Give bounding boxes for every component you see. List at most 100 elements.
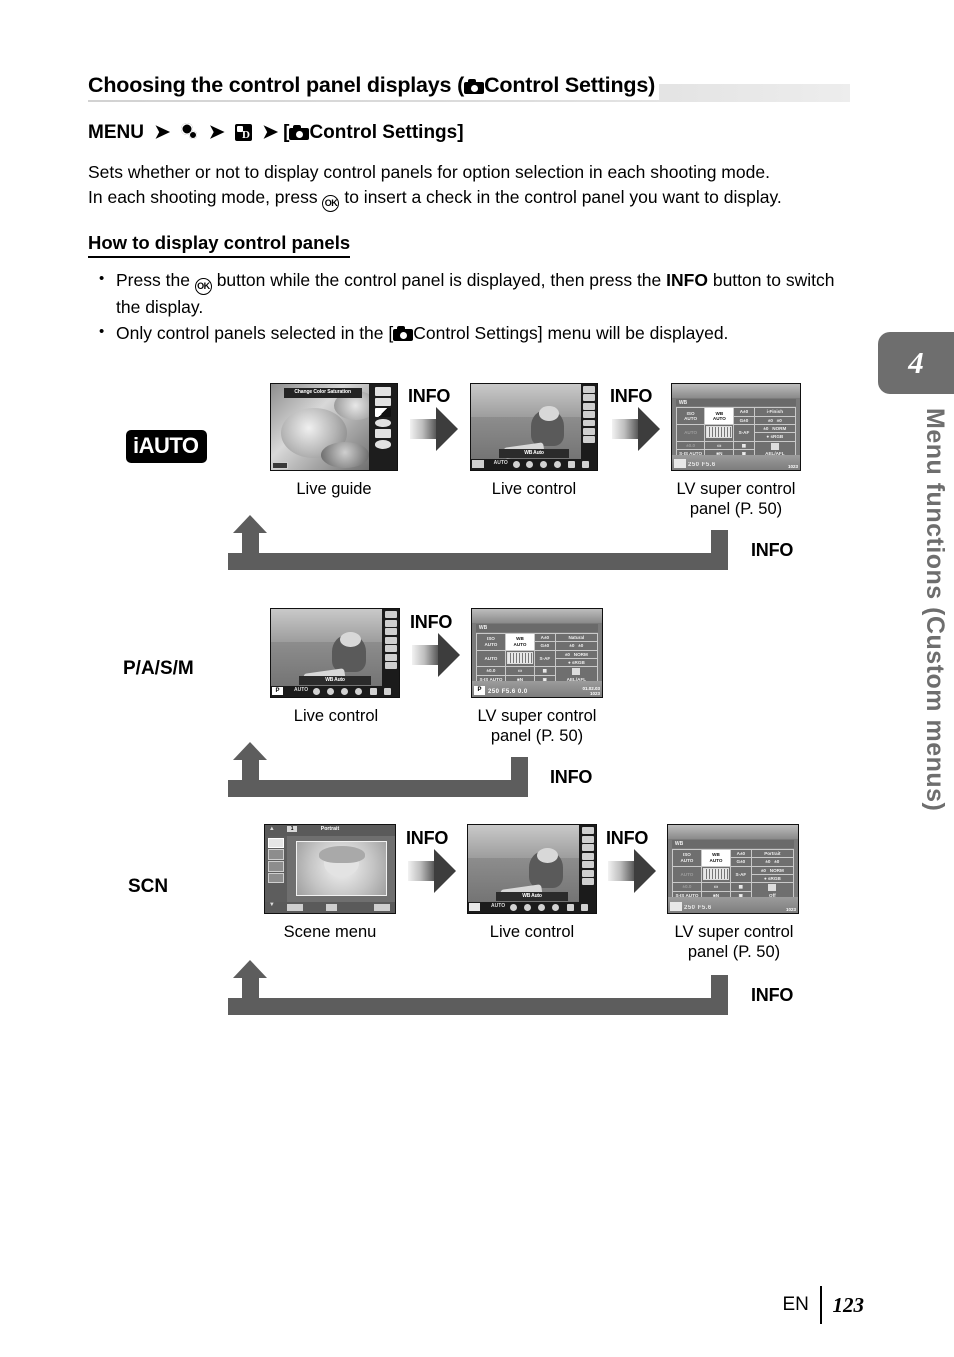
flow-arrow-icon: [410, 407, 458, 451]
screenshot-live-guide: Change Color Saturation: [270, 383, 398, 471]
mode-label-scn: SCN: [128, 876, 169, 897]
scp-cell-af-area: [704, 424, 735, 442]
screenshot-scene-menu: ▲ 1 Portrait ▼: [264, 824, 396, 914]
scp-cell-wb: WB AUTO: [704, 407, 735, 426]
return-flow-arrow: [228, 742, 528, 797]
scp-shot-count: 1023: [787, 464, 798, 469]
info-label: INFO: [410, 612, 453, 632]
arrow-right-icon-2: ➤: [208, 122, 225, 143]
scene-menu-header: ▲ 1 Portrait: [265, 825, 395, 837]
section-subheading: How to display control panels: [88, 232, 351, 258]
mode-label-iauto: iAUTO: [126, 430, 207, 463]
scp-cell-g: G±0: [730, 857, 752, 867]
info-label: INFO: [610, 386, 653, 406]
breadcrumb-setting: Control Settings]: [309, 122, 464, 143]
scp-cell-iso: ISO AUTO: [475, 632, 506, 651]
caption-live-control: Live control: [491, 480, 577, 498]
scp-cell-colorspace: ● sRGB: [750, 873, 795, 884]
scp-cell-aspect: ▭: [504, 666, 536, 676]
live-guide-banner: Change Color Saturation: [283, 388, 362, 398]
flow-arrow-icon: [412, 633, 460, 677]
scp-wb-header: WB: [475, 623, 599, 632]
scp-cell-a: A±0: [730, 848, 752, 859]
scp-cell-sharp: ±0 NORM: [750, 865, 795, 875]
info-label: INFO: [408, 386, 451, 406]
scp-cell-af-area: [504, 649, 536, 668]
bullet-2b: Control Settings] menu will be displayed…: [413, 323, 729, 343]
caption-live-control: Live control: [489, 923, 575, 941]
screenshot-live-control: WB Auto P AUTO: [270, 608, 400, 698]
chapter-title-vertical: Menu functions (Custom menus): [921, 408, 949, 812]
return-flow-arrow: [228, 515, 728, 570]
mode-label-pasm: P/A/S/M: [123, 658, 194, 679]
info-label: INFO: [606, 828, 649, 848]
live-control-icon-column: [579, 825, 596, 913]
bullet-1-info: INFO: [666, 270, 708, 290]
scp-cell-metering: ▦: [733, 440, 755, 451]
scp-footer-bar: 250 F5.6 1023: [668, 897, 798, 913]
scp-cell-af-area: [700, 865, 732, 884]
caption-live-control: Live control: [293, 707, 379, 725]
camera-icon-breadcrumb: [289, 125, 310, 140]
intro-paragraph: Sets whether or not to display control p…: [88, 160, 860, 212]
info-label-return: INFO: [550, 767, 593, 787]
intro-line-2b: to insert a check in the control panel y…: [344, 187, 782, 207]
flow-arrow-icon: [408, 849, 456, 893]
bullet-1b: button while the control panel is displa…: [216, 270, 662, 290]
scp-cell-g: G±0: [733, 415, 755, 426]
scene-menu-title: Portrait: [320, 826, 340, 832]
intro-line-2a: In each shooting mode, press: [88, 187, 318, 207]
scp-cell-flash: AUTO: [675, 424, 706, 442]
ok-button-icon-bullet: OK: [194, 278, 212, 295]
screenshot-live-control: WB Auto AUTO: [467, 824, 597, 914]
scene-menu-icon-strip: [265, 836, 288, 902]
chapter-number-tab: 4: [878, 332, 954, 394]
scp-shot-count: 01.02.03 1023: [582, 686, 600, 696]
custom-menu-gears-icon: [180, 123, 198, 141]
scp-footer-bar: P 250 F5.6 0.0 01.02.03 1023: [472, 681, 602, 697]
scp-cell-tone: ±0 ±0: [554, 641, 599, 651]
diagram-row-iauto: iAUTO Change Color Saturation Live guide…: [88, 375, 860, 600]
scp-cell-iso: ISO AUTO: [675, 407, 706, 426]
scp-cell-tone: ±0 ±0: [753, 415, 797, 426]
screenshot-lv-super-control-panel: WB ISO AUTO WB AUTO A±0 Portrait G±0 ±0 ±0: [667, 824, 799, 914]
live-control-icon-column: [580, 384, 597, 470]
live-control-icon-column: [382, 609, 399, 697]
bullet-list: Press the OK button while the control pa…: [88, 267, 860, 345]
scp-cell-flash-comp: ±0.0: [475, 666, 506, 676]
scp-cell-iso: ISO AUTO: [671, 848, 702, 867]
caption-scene-menu: Scene menu: [283, 923, 377, 941]
live-control-bottom-bar: P AUTO: [271, 685, 399, 697]
scp-cell-af-mode: S-AF: [534, 649, 556, 668]
screenshot-lv-super-control-panel: WB ISO AUTO WB AUTO A±0 i-Finish G±0 ±0 ±0: [671, 383, 801, 471]
scp-cell-af-mode: S-AF: [730, 865, 752, 884]
scp-cell-picture-mode: Natural: [554, 632, 599, 643]
intro-line-1: Sets whether or not to display control p…: [88, 162, 770, 182]
caption-live-guide: Live guide: [296, 480, 372, 498]
scp-cell-colorspace: ● sRGB: [753, 432, 797, 442]
live-control-auto-label: AUTO: [294, 687, 309, 694]
caption-lv-super-control-panel: LV super control panel (P. 50): [676, 480, 796, 518]
control-panel-flow-diagram: iAUTO Change Color Saturation Live guide…: [88, 375, 860, 1038]
scp-cell-sharp: ±0 NORM: [554, 649, 599, 659]
page-title: Choosing the control panel displays (Con…: [88, 70, 660, 100]
scp-cell-aspect: ▭: [700, 882, 732, 892]
scp-cell-metering: ▦: [730, 882, 752, 892]
scp-cell-wb: WB AUTO: [700, 848, 732, 867]
live-control-wb-label: WB Auto: [496, 891, 568, 901]
scp-wb-header: WB: [675, 398, 797, 407]
manual-page: Choosing the control panel displays (Con…: [0, 0, 954, 1357]
scp-cell-flash: AUTO: [671, 865, 702, 884]
flow-arrow-icon: [612, 407, 660, 451]
scp-mode-badge: P: [474, 686, 485, 695]
page-title-wrap: Choosing the control panel displays (Con…: [88, 70, 860, 104]
custom-menu-tab-d-icon: D: [234, 124, 252, 141]
breadcrumb-menu: MENU: [88, 122, 144, 143]
scp-wb-header: WB: [671, 839, 795, 848]
scp-cell-flash-comp: ±0.0: [671, 882, 702, 892]
scene-menu-preview-image: [296, 840, 388, 897]
page-content: Choosing the control panel displays (Con…: [88, 70, 860, 347]
bullet-2a: Only control panels selected in the [: [116, 323, 394, 343]
intro-line-2: In each shooting mode, press OK to inser…: [88, 185, 860, 212]
return-flow-arrow: [228, 960, 728, 1015]
